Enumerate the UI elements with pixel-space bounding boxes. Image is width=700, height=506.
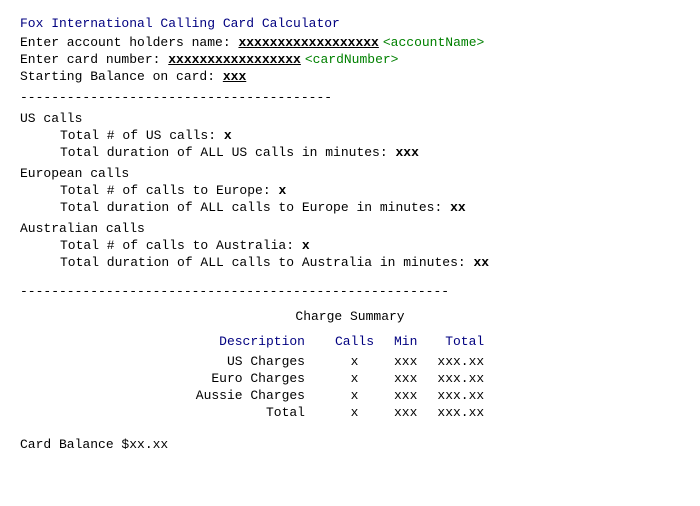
summary-row-1: Euro Chargesxxxxxxx.xx [196,370,504,387]
summary-row-total-2: xxx.xx [437,387,504,404]
header-total: Total [437,334,504,353]
euro-calls-duration-value[interactable]: xx [450,200,466,215]
us-calls-count-label: Total # of US calls: [60,128,224,143]
header-calls: Calls [335,334,394,353]
euro-calls-count-line: Total # of calls to Europe: x [60,183,680,198]
euro-calls-count-label: Total # of calls to Europe: [60,183,278,198]
account-name-value[interactable]: xxxxxxxxxxxxxxxxxx [238,35,378,50]
aussie-calls-duration-line: Total duration of ALL calls to Australia… [60,255,680,270]
summary-row-min-0: xxx [394,353,437,370]
summary-row-3: Totalxxxxxxx.xx [196,404,504,421]
aussie-calls-count-label: Total # of calls to Australia: [60,238,302,253]
summary-row-min-2: xxx [394,387,437,404]
summary-row-calls-1: x [335,370,394,387]
summary-row-total-0: xxx.xx [437,353,504,370]
us-calls-count-value[interactable]: x [224,128,232,143]
aussie-calls-count-line: Total # of calls to Australia: x [60,238,680,253]
european-calls-section: Total # of calls to Europe: x Total dura… [20,183,680,215]
euro-calls-duration-label: Total duration of ALL calls to Europe in… [60,200,450,215]
summary-row-0: US Chargesxxxxxxx.xx [196,353,504,370]
us-calls-count-line: Total # of US calls: x [60,128,680,143]
summary-row-label-1: Euro Charges [196,370,335,387]
account-name-line: Enter account holders name: xxxxxxxxxxxx… [20,35,680,50]
euro-calls-count-value[interactable]: x [278,183,286,198]
summary-row-2: Aussie Chargesxxxxxxx.xx [196,387,504,404]
summary-row-min-1: xxx [394,370,437,387]
divider-1: ---------------------------------------- [20,90,680,105]
aussie-calls-count-value[interactable]: x [302,238,310,253]
summary-header-row: Description Calls Min Total [196,334,504,353]
summary-row-min-3: xxx [394,404,437,421]
australian-calls-section: Total # of calls to Australia: x Total d… [20,238,680,270]
summary-row-total-3: xxx.xx [437,404,504,421]
header-min: Min [394,334,437,353]
summary-row-calls-2: x [335,387,394,404]
aussie-calls-duration-label: Total duration of ALL calls to Australia… [60,255,473,270]
australian-calls-title: Australian calls [20,221,680,236]
us-calls-duration-value[interactable]: xxx [395,145,418,160]
card-number-line: Enter card number: xxxxxxxxxxxxxxxxx <ca… [20,52,680,67]
balance-label: Starting Balance on card: [20,69,223,84]
us-calls-duration-label: Total duration of ALL US calls in minute… [60,145,395,160]
us-calls-section: Total # of US calls: x Total duration of… [20,128,680,160]
balance-line: Starting Balance on card: xxx [20,69,680,84]
summary-row-label-3: Total [196,404,335,421]
account-name-label: Enter account holders name: [20,35,238,50]
balance-value[interactable]: xxx [223,69,246,84]
us-calls-duration-line: Total duration of ALL US calls in minute… [60,145,680,160]
european-calls-title: European calls [20,166,680,181]
summary-row-calls-0: x [335,353,394,370]
app-title: Fox International Calling Card Calculato… [20,16,680,31]
charge-summary-title: Charge Summary [20,309,680,324]
charge-summary-table: Description Calls Min Total US Chargesxx… [196,334,504,421]
euro-calls-duration-line: Total duration of ALL calls to Europe in… [60,200,680,215]
card-number-placeholder: <cardNumber> [305,52,399,67]
summary-row-calls-3: x [335,404,394,421]
card-number-label: Enter card number: [20,52,168,67]
aussie-calls-duration-value[interactable]: xx [473,255,489,270]
header-description: Description [196,334,335,353]
divider-2: ----------------------------------------… [20,284,680,299]
us-calls-title: US calls [20,111,680,126]
summary-row-total-1: xxx.xx [437,370,504,387]
card-balance: Card Balance $xx.xx [20,437,680,452]
summary-row-label-2: Aussie Charges [196,387,335,404]
account-name-placeholder: <accountName> [383,35,484,50]
summary-row-label-0: US Charges [196,353,335,370]
card-number-value[interactable]: xxxxxxxxxxxxxxxxx [168,52,301,67]
